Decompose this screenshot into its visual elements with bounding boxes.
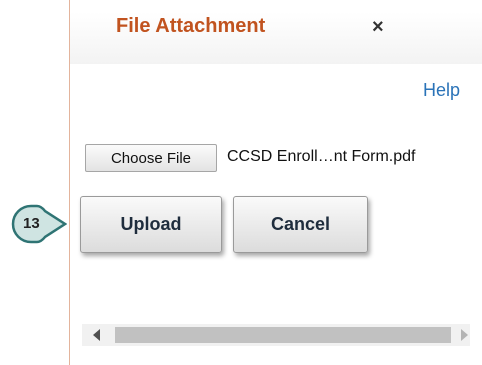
choose-file-button[interactable]: Choose File bbox=[85, 144, 217, 172]
upload-button[interactable]: Upload bbox=[80, 196, 222, 253]
scrollbar-thumb[interactable] bbox=[115, 327, 451, 343]
help-link[interactable]: Help bbox=[423, 80, 460, 101]
selected-file-name: CCSD Enroll…nt Form.pdf bbox=[227, 148, 416, 165]
horizontal-scrollbar[interactable] bbox=[82, 324, 470, 346]
cancel-button[interactable]: Cancel bbox=[233, 196, 368, 253]
close-icon[interactable]: × bbox=[372, 16, 384, 39]
dialog-title: File Attachment bbox=[116, 15, 266, 37]
callout-step-number: 13 bbox=[23, 215, 40, 232]
scroll-left-arrow-icon[interactable] bbox=[93, 329, 100, 341]
scroll-right-arrow-icon[interactable] bbox=[461, 329, 468, 341]
